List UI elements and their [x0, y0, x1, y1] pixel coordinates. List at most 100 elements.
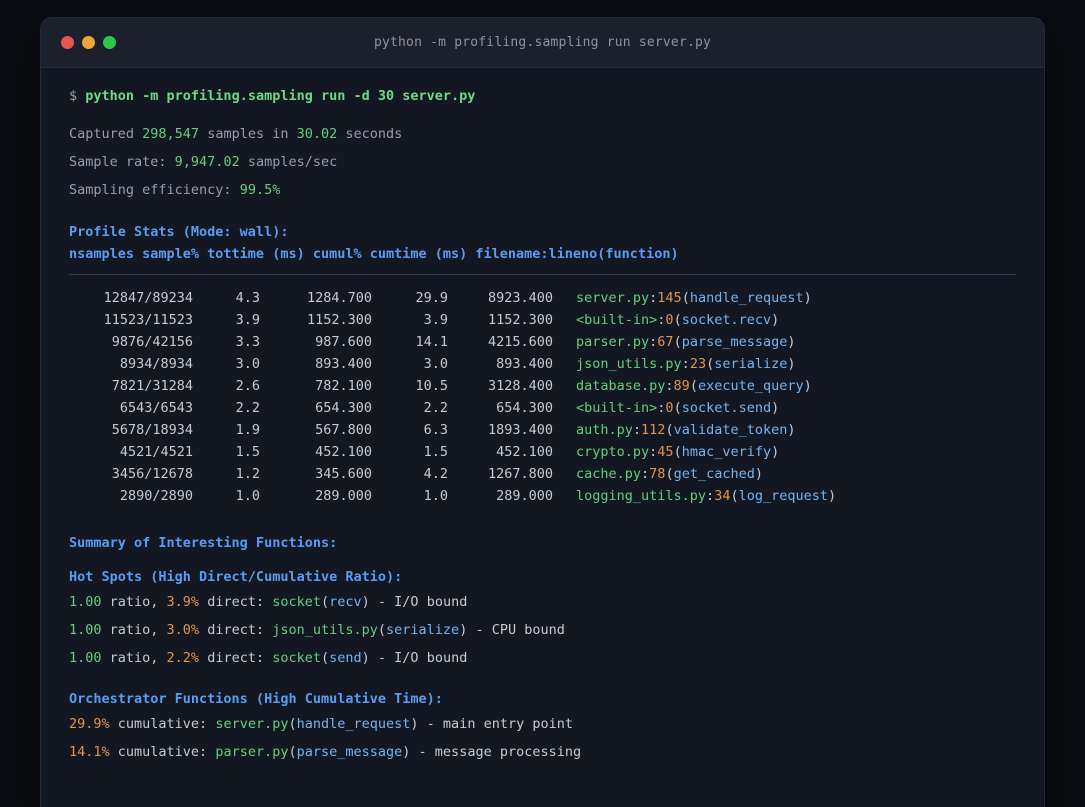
cumtime-cell: 452.100	[496, 444, 553, 460]
rate-unit: samples/sec	[239, 154, 338, 170]
orchestrator-note: - message processing	[410, 744, 582, 760]
sample-pct-cell: 3.9	[235, 312, 260, 328]
function-name: serialize	[714, 356, 788, 372]
window-title: python -m profiling.sampling run server.…	[373, 35, 712, 50]
nsamples-cell: 9876/42156	[111, 334, 193, 350]
file-name: logging_utils.py	[576, 488, 707, 504]
cumtime-cell: 654.300	[496, 400, 553, 416]
cumtime-cell: 8923.400	[487, 290, 553, 306]
nsamples-cell: 2890/2890	[119, 488, 193, 504]
close-paren: )	[787, 334, 796, 350]
table-header-divider	[69, 274, 1016, 275]
function-name: execute_query	[697, 378, 804, 394]
command-text: python -m profiling.sampling run -d 30 s…	[85, 88, 476, 104]
function-location-cell: auth.py:112(validate_token)	[576, 419, 796, 441]
cumul-pct-cell: 3.9	[423, 312, 448, 328]
rate-value: 9,947.02	[174, 154, 240, 170]
summary-heading: Summary of Interesting Functions:	[69, 535, 338, 551]
command-line: $ python -m profiling.sampling run -d 30…	[69, 86, 1016, 106]
orchestrator-note: - main entry point	[418, 716, 573, 732]
line-number: 89	[673, 378, 690, 394]
cumulative-label: cumulative:	[109, 716, 216, 732]
close-paren: )	[361, 650, 370, 666]
tottime-cell: 893.400	[315, 356, 372, 372]
function-name: get_cached	[673, 466, 755, 482]
line-number: 23	[689, 356, 707, 372]
hot-spot-item: 1.00 ratio, 3.0% direct: json_utils.py(s…	[69, 620, 1016, 640]
cumtime-cell: 893.400	[496, 356, 553, 372]
ratio-label: ratio,	[101, 650, 167, 666]
tottime-cell: 987.600	[315, 334, 372, 350]
open-paren: (	[681, 290, 690, 306]
maximize-button[interactable]	[103, 36, 116, 49]
nsamples-cell: 3456/12678	[111, 466, 193, 482]
table-row: 9876/42156 3.3 987.600 14.1 4215.600 parser.p…	[69, 331, 1016, 353]
line-number: 0	[665, 400, 674, 416]
line-number: 45	[657, 444, 674, 460]
minimize-button[interactable]	[82, 36, 95, 49]
open-paren: (	[665, 422, 674, 438]
file-name: parser.py	[576, 334, 650, 350]
function-location-cell: database.py:89(execute_query)	[576, 375, 812, 397]
line-number: 0	[665, 312, 674, 328]
open-paren: (	[730, 488, 739, 504]
open-paren: (	[665, 466, 674, 482]
colon-separator: :	[706, 488, 715, 504]
tottime-cell: 1284.700	[306, 290, 372, 306]
line-number: 67	[657, 334, 674, 350]
function-location-cell: logging_utils.py:34(log_request)	[576, 485, 836, 507]
open-paren: (	[689, 378, 698, 394]
colon-separator: :	[641, 466, 650, 482]
cumulative-pct: 29.9%	[69, 716, 110, 732]
hot-spot-item: 1.00 ratio, 3.9% direct: socket(recv) - …	[69, 592, 1016, 612]
table-row: 11523/11523 3.9 1152.300 3.9 1152.300 <built-…	[69, 309, 1016, 331]
tottime-cell: 654.300	[315, 400, 372, 416]
direct-pct: 3.9%	[166, 594, 200, 610]
terminal-window: python -m profiling.sampling run server.…	[40, 17, 1045, 807]
colon-separator: :	[681, 356, 690, 372]
function-location-cell: <built-in>:0(socket.recv)	[576, 309, 779, 331]
ratio-value: 1.00	[69, 622, 102, 638]
tottime-cell: 452.100	[315, 444, 372, 460]
table-row: 5678/18934 1.9 567.800 6.3 1893.400 auth.py:1…	[69, 419, 1016, 441]
close-paren: )	[410, 716, 419, 732]
sample-pct-cell: 1.2	[235, 466, 260, 482]
table-columns-header: nsamples sample% tottime (ms) cumul% cum…	[69, 246, 679, 262]
open-paren: (	[673, 312, 682, 328]
nsamples-cell: 5678/18934	[111, 422, 193, 438]
target-name: json_utils.py	[272, 622, 378, 638]
cumul-pct-cell: 1.0	[423, 488, 448, 504]
sample-pct-cell: 1.0	[235, 488, 260, 504]
close-button[interactable]	[61, 36, 74, 49]
hot-spot-item: 1.00 ratio, 2.2% direct: socket(send) - …	[69, 648, 1016, 668]
samples-in-label: samples in	[199, 126, 297, 142]
open-paren: (	[377, 622, 387, 638]
table-row: 6543/6543 2.2 654.300 2.2 654.300 <built-in>:…	[69, 397, 1016, 419]
function-location-cell: cache.py:78(get_cached)	[576, 463, 763, 485]
function-name: socket.recv	[681, 312, 772, 328]
orchestrator-item: 29.9% cumulative: server.py(handle_reque…	[69, 714, 1016, 734]
cumul-pct-cell: 1.5	[423, 444, 448, 460]
function-name: parse_message	[681, 334, 788, 350]
cumulative-label: cumulative:	[109, 744, 216, 760]
sample-pct-cell: 2.2	[235, 400, 260, 416]
nsamples-cell: 11523/11523	[103, 312, 193, 328]
table-row: 7821/31284 2.6 782.100 10.5 3128.400 database…	[69, 375, 1016, 397]
function-name: handle_request	[296, 716, 411, 732]
function-location-cell: parser.py:67(parse_message)	[576, 331, 796, 353]
captured-label: Captured	[69, 126, 143, 142]
function-name: serialize	[386, 622, 460, 638]
function-location-cell: json_utils.py:23(serialize)	[576, 353, 796, 375]
table-row: 2890/2890 1.0 289.000 1.0 289.000 logging_uti…	[69, 485, 1016, 507]
direct-pct: 3.0%	[166, 622, 200, 638]
orchestrator-list: 29.9% cumulative: server.py(handle_reque…	[69, 714, 1016, 762]
close-paren: )	[771, 444, 780, 460]
hot-spots-list: 1.00 ratio, 3.9% direct: socket(recv) - …	[69, 592, 1016, 668]
open-paren: (	[288, 744, 297, 760]
open-paren: (	[673, 334, 682, 350]
hot-spots-heading: Hot Spots (High Direct/Cumulative Ratio)…	[69, 569, 403, 585]
ratio-label: ratio,	[101, 594, 167, 610]
cumul-pct-cell: 4.2	[423, 466, 448, 482]
close-paren: )	[828, 488, 837, 504]
terminal-content: $ python -m profiling.sampling run -d 30…	[41, 68, 1044, 762]
